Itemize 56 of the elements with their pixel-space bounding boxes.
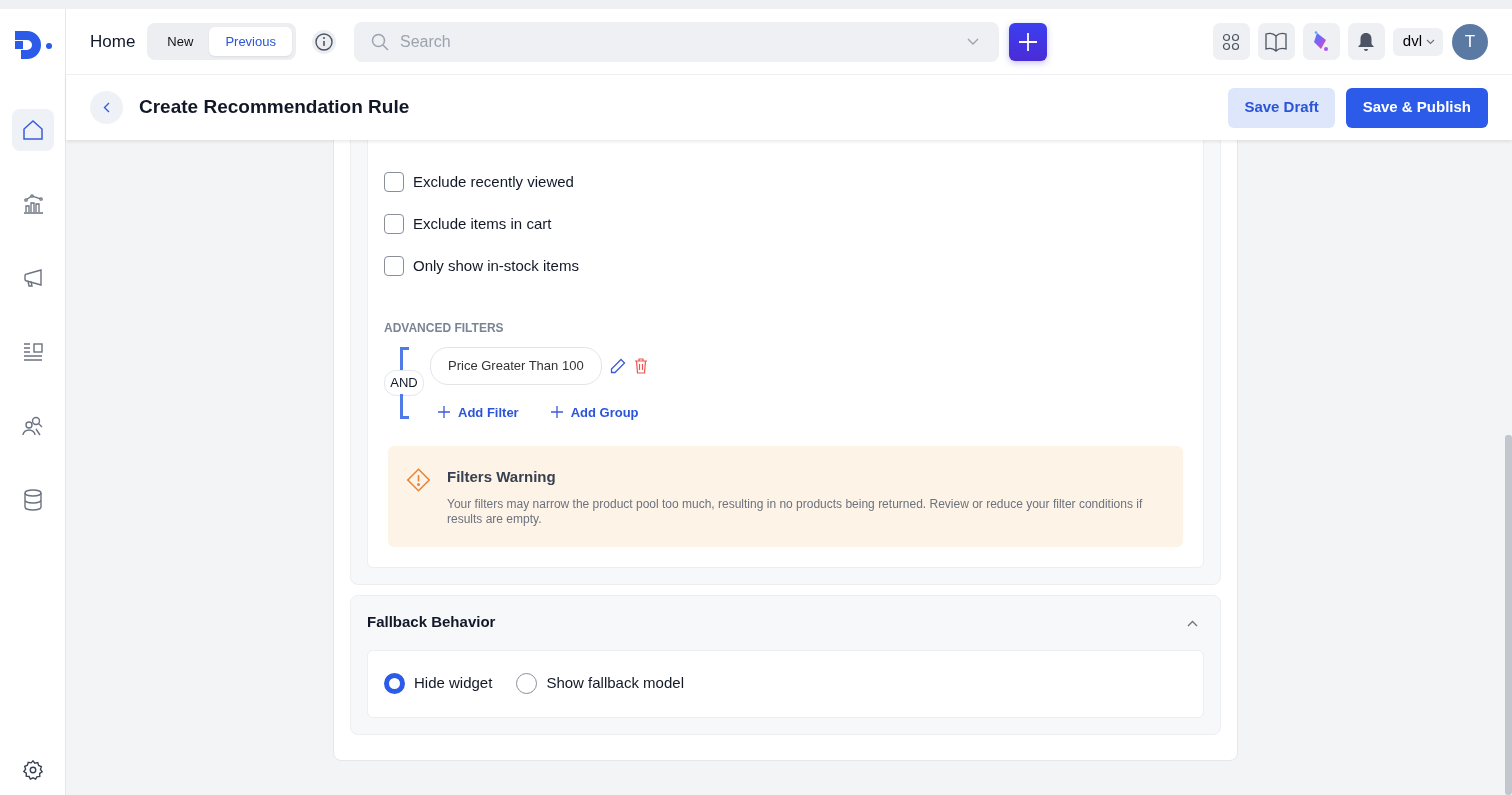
bell-button[interactable] bbox=[1347, 23, 1385, 60]
chevron-up-icon bbox=[1187, 619, 1198, 627]
chevron-down-icon bbox=[966, 37, 979, 46]
user-avatar[interactable]: T bbox=[1452, 23, 1488, 60]
page-title: Create Recommendation Rule bbox=[139, 96, 410, 119]
publish-button[interactable]: Save & Publish bbox=[1345, 87, 1488, 128]
apps-icon bbox=[1222, 32, 1241, 51]
radio-button[interactable] bbox=[516, 673, 538, 694]
sidebar-item[interactable] bbox=[11, 109, 54, 151]
section-title: Fallback Behavior bbox=[367, 612, 496, 633]
plus-icon bbox=[550, 406, 563, 419]
checkbox[interactable] bbox=[384, 256, 404, 276]
bracket-icon bbox=[399, 393, 409, 419]
home-icon bbox=[20, 118, 45, 142]
warning-title: Filters Warning bbox=[447, 467, 557, 487]
book-icon bbox=[1265, 31, 1288, 52]
checkbox-label: Only show in-stock items bbox=[413, 255, 579, 276]
page-heading: Home bbox=[90, 30, 136, 53]
apps-button[interactable] bbox=[1212, 23, 1250, 60]
radio-label: Show fallback model bbox=[546, 673, 684, 694]
radio-label: Hide widget bbox=[414, 673, 493, 694]
settings-icon bbox=[21, 759, 44, 781]
logo bbox=[12, 29, 53, 61]
trash-icon[interactable] bbox=[633, 357, 648, 374]
section-heading: ADVANCED FILTERS bbox=[384, 320, 505, 337]
bell-icon bbox=[1357, 31, 1376, 52]
workspace-dropdown[interactable]: dvl bbox=[1392, 27, 1443, 56]
add-filter-button[interactable]: Add Filter bbox=[430, 402, 527, 422]
info-icon[interactable] bbox=[311, 29, 336, 54]
assistant-button[interactable] bbox=[1302, 23, 1340, 60]
checkbox[interactable] bbox=[384, 214, 404, 234]
warning-message: Your filters may narrow the product pool too much, resulting in no products being returned. Review or reduce your filter conditions if results are empty. bbox=[447, 496, 1144, 527]
toggle-tab[interactable]: New bbox=[151, 26, 210, 57]
add-button[interactable] bbox=[1008, 22, 1047, 61]
search-icon bbox=[369, 31, 390, 52]
book-button[interactable] bbox=[1257, 23, 1295, 60]
toggle-tab[interactable]: Previous bbox=[209, 26, 292, 57]
scrollbar-thumb[interactable] bbox=[1505, 435, 1512, 795]
draft-button[interactable]: Save Draft bbox=[1228, 87, 1335, 128]
warning-icon bbox=[406, 466, 431, 494]
radio-button[interactable] bbox=[384, 673, 405, 694]
chevron-down-icon bbox=[1426, 38, 1435, 45]
checkbox-label: Exclude recently viewed bbox=[413, 171, 574, 192]
checkbox-label: Exclude items in cart bbox=[413, 213, 552, 234]
bracket-icon bbox=[399, 347, 409, 372]
users-icon bbox=[20, 414, 45, 438]
plus-icon bbox=[1017, 31, 1038, 52]
add-group-button[interactable]: Add Group bbox=[542, 402, 647, 422]
edit-icon[interactable] bbox=[609, 357, 626, 374]
operator-label[interactable]: AND bbox=[384, 370, 424, 396]
checkbox[interactable] bbox=[384, 172, 404, 192]
filter-chip[interactable]: Price Greater Than 100 bbox=[430, 347, 602, 385]
chevron-left-icon bbox=[103, 102, 110, 113]
back-button[interactable] bbox=[90, 91, 123, 124]
search-field[interactable]: Search bbox=[353, 21, 999, 62]
plus-icon bbox=[438, 406, 450, 419]
